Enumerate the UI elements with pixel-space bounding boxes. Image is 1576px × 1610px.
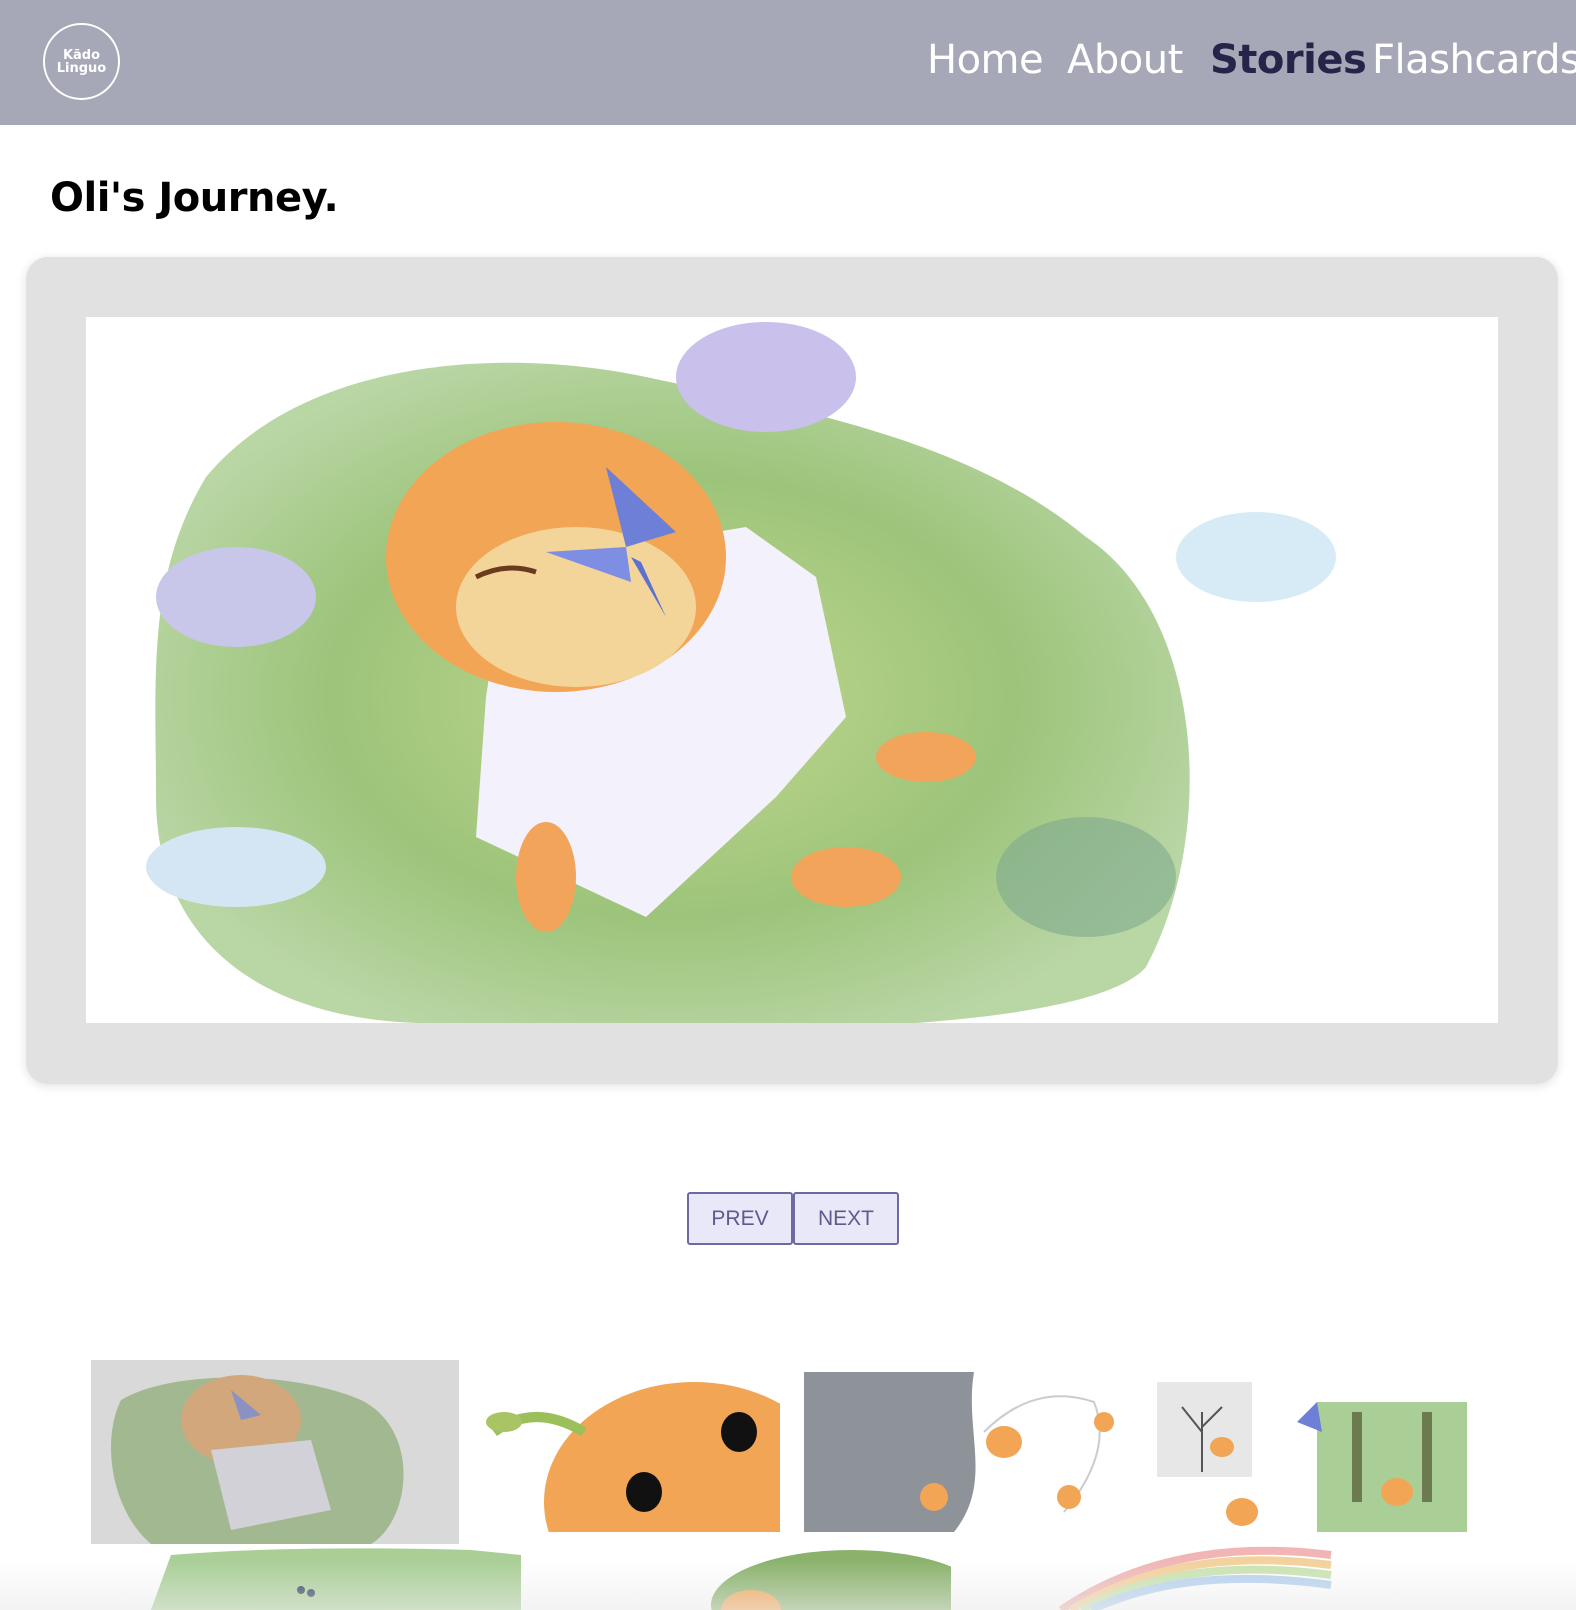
thumbnail[interactable] — [951, 1545, 1381, 1610]
thumbnail[interactable] — [804, 1372, 1126, 1532]
nav-flashcards[interactable]: Flashcards — [1372, 30, 1576, 90]
thumbnail[interactable] — [474, 1372, 780, 1532]
nav-about[interactable]: About — [1067, 30, 1183, 90]
thumbnail[interactable] — [521, 1545, 951, 1610]
thumbnail[interactable] — [91, 1360, 459, 1544]
main-nav: Home About Stories Flashcards — [0, 30, 1576, 90]
thumbnail[interactable] — [1152, 1372, 1468, 1532]
thumbnail[interactable] — [91, 1545, 521, 1610]
nav-stories[interactable]: Stories — [1210, 30, 1367, 90]
page-title: Oli's Journey. — [50, 175, 339, 221]
nav-home[interactable]: Home — [927, 30, 1044, 90]
next-button[interactable]: NEXT — [793, 1192, 899, 1245]
story-viewer — [26, 257, 1558, 1084]
story-illustration — [86, 317, 1498, 1023]
prev-button[interactable]: PREV — [687, 1192, 793, 1245]
pager: PREV NEXT — [687, 1192, 899, 1245]
site-header: Kādo Linguo Home About Stories Flashcard… — [0, 0, 1576, 125]
